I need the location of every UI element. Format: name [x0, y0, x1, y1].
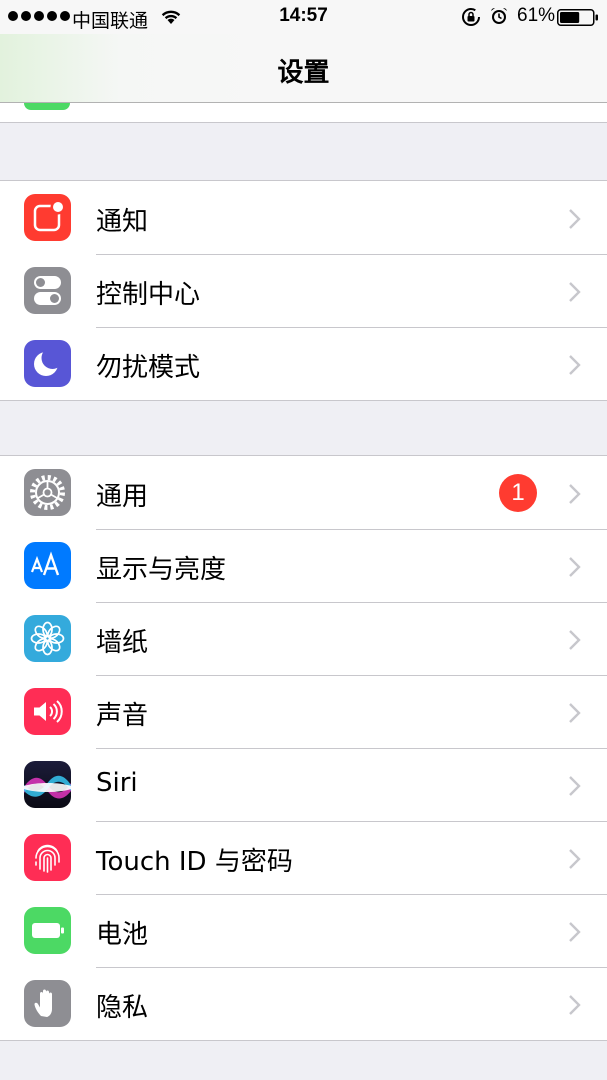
chevron-right-icon	[569, 209, 581, 229]
notifications-icon	[24, 194, 71, 241]
settings-row-label: 勿扰模式	[96, 353, 201, 383]
settings-group-2: 通用 1 显示与亮度 墙纸 声音 Siri Touch ID 与密码 电池 隐私	[0, 455, 607, 1041]
scrolled-list-item[interactable]	[0, 103, 607, 123]
chevron-right-icon	[569, 484, 581, 504]
settings-row-wallpaper[interactable]: 墙纸	[0, 602, 607, 675]
rotation-lock-icon	[462, 8, 480, 26]
settings-row-siri[interactable]: Siri	[0, 748, 607, 821]
display-brightness-icon	[24, 542, 71, 589]
chevron-right-icon	[569, 703, 581, 723]
privacy-hand-icon	[24, 980, 71, 1027]
battery-icon	[24, 907, 71, 954]
chevron-right-icon	[569, 776, 581, 796]
settings-row-label: 通知	[96, 207, 149, 237]
wallpaper-icon	[24, 615, 71, 662]
settings-row-sounds[interactable]: 声音	[0, 675, 607, 748]
touch-id-icon	[24, 834, 71, 881]
settings-group-1: 通知 控制中心 勿扰模式	[0, 180, 607, 401]
siri-icon	[24, 761, 71, 808]
settings-row-privacy[interactable]: 隐私	[0, 967, 607, 1040]
settings-row-battery[interactable]: 电池	[0, 894, 607, 967]
settings-row-label: 墙纸	[96, 628, 149, 658]
do-not-disturb-icon	[24, 340, 71, 387]
settings-row-do-not-disturb[interactable]: 勿扰模式	[0, 327, 607, 400]
page-title: 设置	[277, 58, 330, 88]
chevron-right-icon	[569, 849, 581, 869]
settings-row-label: Touch ID 与密码	[96, 847, 293, 877]
settings-row-label: 显示与亮度	[96, 555, 227, 585]
chevron-right-icon	[569, 355, 581, 375]
settings-row-label: 隐私	[96, 993, 149, 1023]
chevron-right-icon	[569, 995, 581, 1015]
general-gear-icon	[24, 469, 71, 516]
settings-row-label: 电池	[96, 920, 149, 950]
navigation-bar: 设置	[0, 34, 607, 103]
settings-row-control-center[interactable]: 控制中心	[0, 254, 607, 327]
chevron-right-icon	[569, 282, 581, 302]
partially-hidden-green-icon	[24, 103, 70, 110]
status-time: 14:57	[279, 5, 328, 26]
settings-row-touch-id[interactable]: Touch ID 与密码	[0, 821, 607, 894]
settings-row-label: Siri	[96, 768, 138, 798]
settings-row-notifications[interactable]: 通知	[0, 181, 607, 254]
update-count-badge: 1	[499, 474, 537, 512]
sounds-icon	[24, 688, 71, 735]
settings-row-display-brightness[interactable]: 显示与亮度	[0, 529, 607, 602]
settings-row-label: 通用	[96, 482, 149, 512]
battery-percentage: 61%	[517, 5, 556, 26]
settings-row-label: 控制中心	[96, 280, 201, 310]
battery-status-icon	[557, 9, 598, 26]
alarm-icon	[491, 7, 507, 24]
chevron-right-icon	[569, 922, 581, 942]
control-center-icon	[24, 267, 71, 314]
status-bar: 中国联通 14:57 61%	[0, 0, 607, 34]
settings-row-general[interactable]: 通用 1	[0, 456, 607, 529]
settings-row-label: 声音	[96, 701, 149, 731]
chevron-right-icon	[569, 557, 581, 577]
chevron-right-icon	[569, 630, 581, 650]
